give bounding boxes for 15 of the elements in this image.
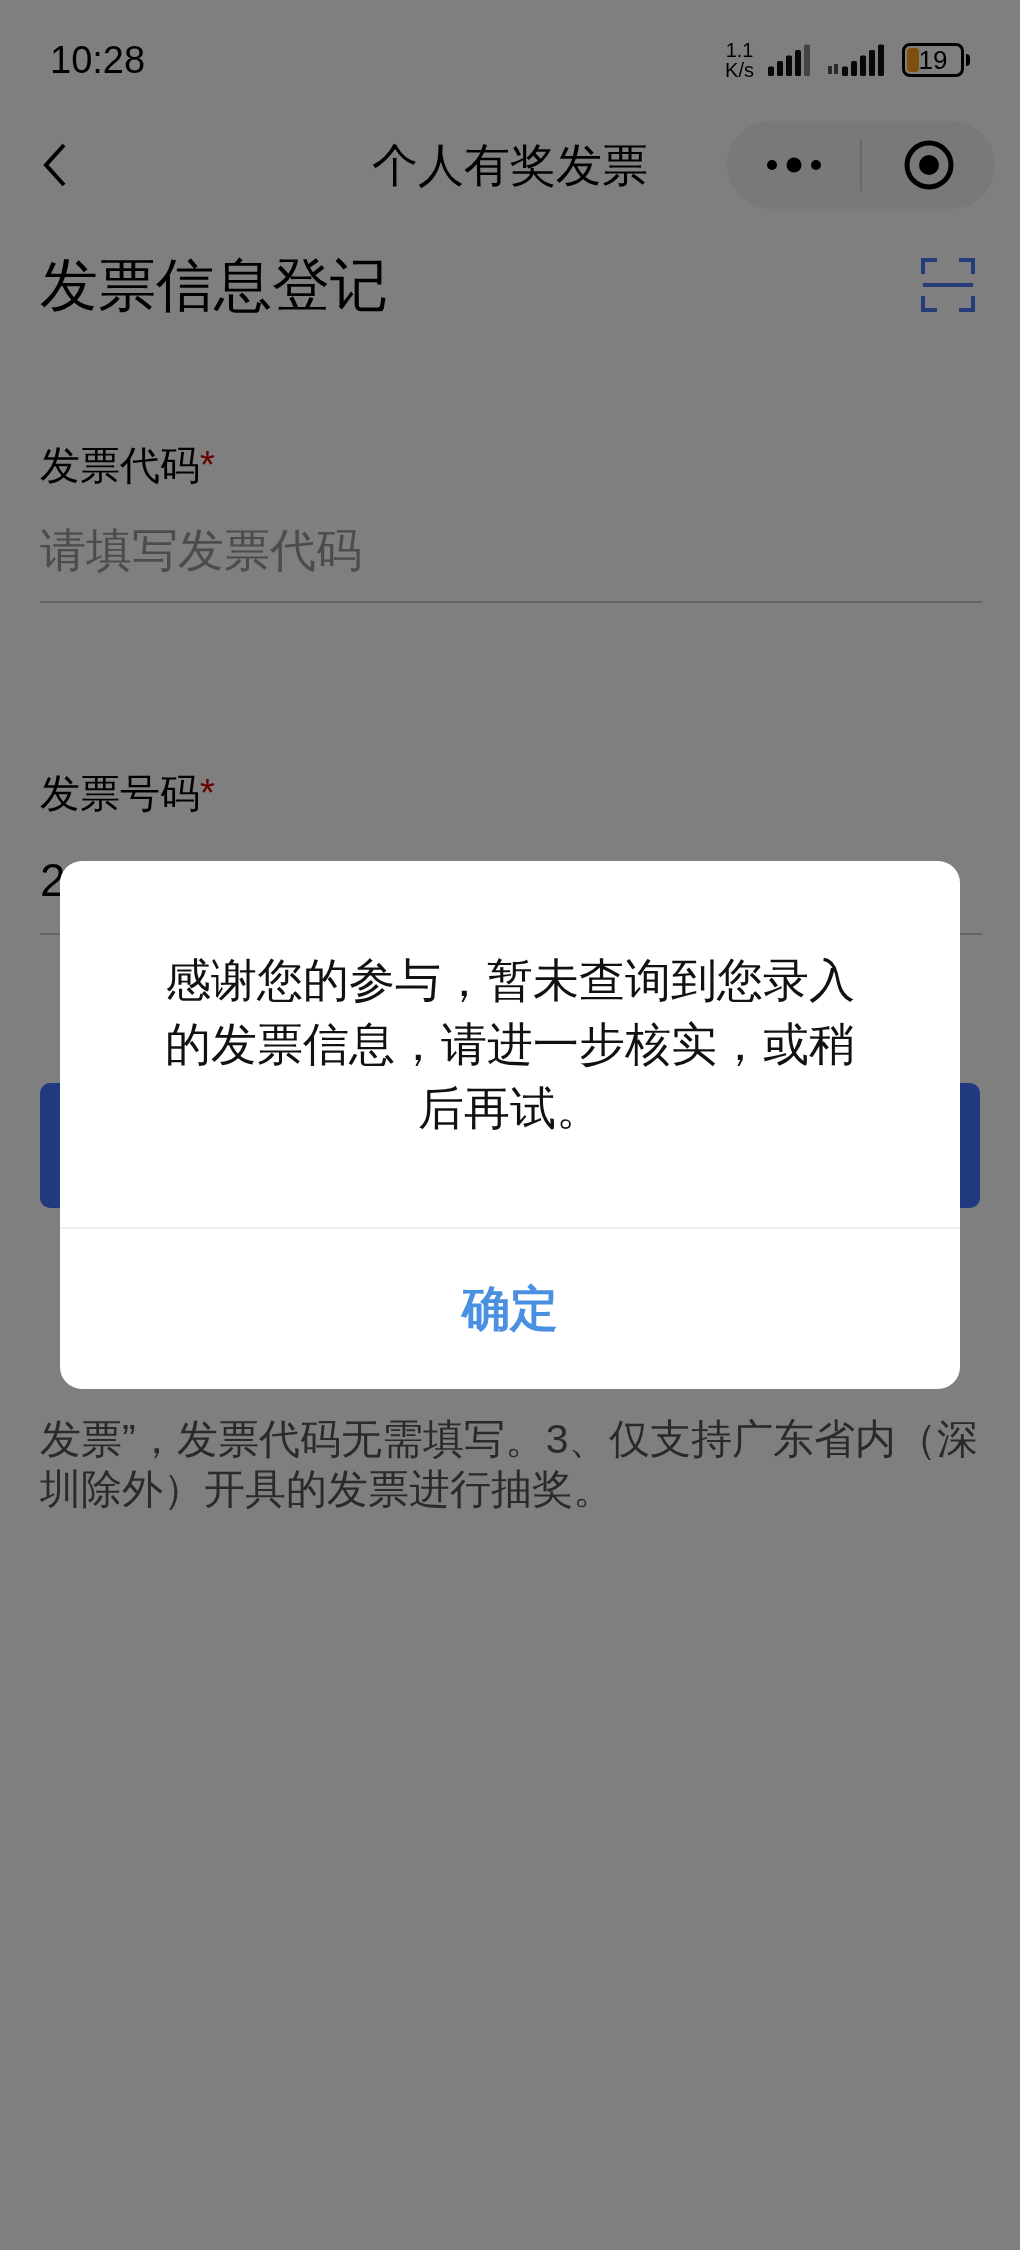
close-icon[interactable] bbox=[902, 139, 955, 191]
notes-text: 发票”，发票代码无需填写。3、仅支持广东省内（深圳除外）开具的发票进行抽奖。 bbox=[40, 1415, 980, 1514]
field-label: 发票号码 bbox=[40, 770, 200, 817]
network-speed: 1.1 K/s bbox=[725, 40, 754, 80]
required-mark: * bbox=[200, 771, 215, 816]
status-time: 10:28 bbox=[50, 37, 146, 83]
dialog-message: 感谢您的参与，暂未查询到您录入的发票信息，请进一步核实，或稍后再试。 bbox=[164, 953, 856, 1136]
nav-title: 个人有奖发票 bbox=[371, 137, 649, 193]
required-mark: * bbox=[200, 443, 215, 488]
back-icon[interactable] bbox=[42, 142, 68, 188]
more-icon[interactable] bbox=[765, 157, 822, 173]
confirm-button[interactable]: 确定 bbox=[60, 1229, 960, 1389]
scan-icon[interactable] bbox=[921, 258, 975, 312]
field-label: 发票代码 bbox=[40, 442, 200, 489]
page-heading: 发票信息登记 bbox=[40, 251, 388, 319]
